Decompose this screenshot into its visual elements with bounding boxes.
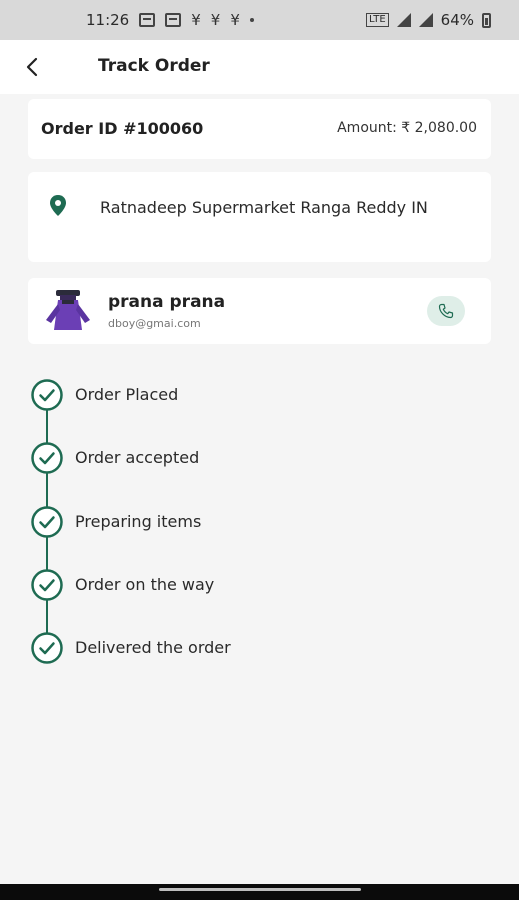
address-card: Ratnadeep Supermarket Ranga Reddy IN bbox=[28, 172, 491, 262]
sim-box-icon bbox=[165, 13, 182, 27]
timeline-step-order-placed: Order Placed bbox=[30, 378, 490, 412]
order-amount: Amount: ₹ 2,080.00 bbox=[337, 120, 477, 136]
battery-icon bbox=[482, 12, 491, 28]
check-circle-icon bbox=[31, 506, 63, 538]
check-circle-icon bbox=[31, 379, 63, 411]
chevron-left-icon bbox=[26, 57, 38, 77]
tally-icon: ¥ bbox=[191, 10, 201, 29]
check-circle-icon bbox=[31, 632, 63, 664]
status-bar: 11:26 ¥ ¥ ¥ LTE 64% bbox=[0, 0, 519, 40]
timeline-connector bbox=[46, 473, 48, 507]
signal-icon bbox=[396, 13, 411, 27]
status-time: 11:26 bbox=[86, 11, 130, 29]
timeline-step-label: Order on the way bbox=[75, 575, 215, 594]
status-right: LTE 64% bbox=[366, 0, 491, 40]
order-summary-card: Order ID #100060 Amount: ₹ 2,080.00 bbox=[28, 99, 491, 159]
navigation-bar bbox=[0, 884, 519, 900]
driver-email: dboy@gmai.com bbox=[108, 317, 201, 330]
battery-percent: 64% bbox=[440, 11, 474, 29]
delivery-address: Ratnadeep Supermarket Ranga Reddy IN bbox=[100, 198, 428, 217]
home-indicator[interactable] bbox=[159, 888, 361, 891]
timeline-step-preparing-items: Preparing items bbox=[30, 505, 490, 539]
timeline-step-order-accepted: Order accepted bbox=[30, 441, 490, 475]
avatar bbox=[46, 290, 90, 330]
tally-icon: ¥ bbox=[230, 10, 240, 29]
timeline-connector bbox=[46, 536, 48, 570]
timeline-connector bbox=[46, 409, 48, 443]
check-circle-icon bbox=[31, 442, 63, 474]
back-button[interactable] bbox=[16, 50, 50, 84]
timeline-step-label: Order accepted bbox=[75, 448, 200, 467]
timeline-connector bbox=[46, 599, 48, 633]
page-title: Track Order bbox=[98, 56, 210, 76]
phone-icon bbox=[438, 303, 454, 319]
driver-card: prana prana dboy@gmai.com bbox=[28, 278, 491, 344]
timeline-step-label: Delivered the order bbox=[75, 638, 231, 657]
timeline-step-order-on-the-way: Order on the way bbox=[30, 568, 490, 602]
location-pin-icon bbox=[50, 195, 66, 216]
driver-name: prana prana bbox=[108, 292, 226, 312]
timeline-step-delivered: Delivered the order bbox=[30, 631, 490, 665]
timeline-step-label: Order Placed bbox=[75, 385, 179, 404]
dot-icon bbox=[249, 18, 254, 22]
app-bar: Track Order bbox=[0, 40, 519, 94]
lte-icon: LTE bbox=[366, 13, 389, 27]
status-left: 11:26 ¥ ¥ ¥ bbox=[86, 0, 254, 40]
call-driver-button[interactable] bbox=[427, 296, 465, 326]
check-circle-icon bbox=[31, 569, 63, 601]
signal-icon bbox=[418, 13, 433, 27]
sim-box-icon bbox=[139, 13, 156, 27]
timeline-step-label: Preparing items bbox=[75, 512, 202, 531]
order-id: Order ID #100060 bbox=[41, 119, 204, 138]
tally-icon: ¥ bbox=[210, 10, 221, 29]
